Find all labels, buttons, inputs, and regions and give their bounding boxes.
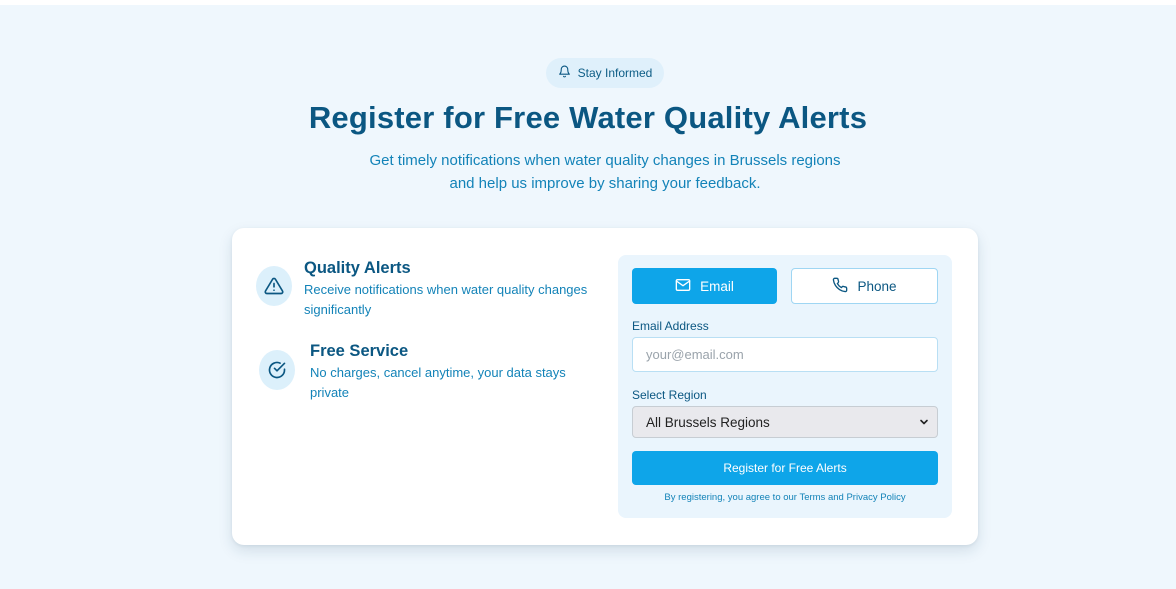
feature-desc-line-2: significantly (304, 302, 372, 317)
region-label: Select Region (632, 388, 707, 402)
subtitle-line-2: and help us improve by sharing your feed… (449, 175, 761, 192)
chevron-down-icon (919, 415, 929, 430)
check-circle-icon (259, 350, 295, 390)
terms-notice: By registering, you agree to our Terms a… (618, 492, 952, 503)
terms-link[interactable]: Terms (799, 492, 825, 503)
feature-desc-line-2: private (310, 385, 350, 400)
feature-desc-line-1: Receive notifications when water quality… (304, 282, 588, 297)
feature-title: Free Service (310, 342, 409, 360)
region-select[interactable]: All Brussels Regions (632, 406, 938, 438)
terms-prefix: By registering, you agree to our (664, 492, 797, 503)
tab-phone[interactable]: Phone (791, 268, 938, 304)
page-subtitle: Get timely notifications when water qual… (338, 149, 872, 195)
tab-email-label: Email (700, 278, 734, 294)
subtitle-line-1: Get timely notifications when water qual… (369, 152, 841, 169)
email-field[interactable] (632, 337, 938, 372)
terms-and: and (827, 492, 844, 503)
region-selected-value: All Brussels Regions (646, 414, 770, 430)
warning-triangle-icon (256, 266, 292, 306)
tab-phone-label: Phone (857, 278, 897, 294)
mail-icon (675, 277, 691, 296)
page-title: Register for Free Water Quality Alerts (308, 100, 868, 135)
tab-email[interactable]: Email (632, 268, 777, 304)
feature-description: Receive notifications when water quality… (304, 280, 604, 320)
badge-label: Stay Informed (577, 66, 653, 80)
email-label: Email Address (632, 319, 709, 333)
stay-informed-badge: Stay Informed (546, 58, 664, 88)
feature-title: Quality Alerts (304, 259, 411, 277)
privacy-policy-link[interactable]: Privacy Policy (846, 492, 905, 503)
register-button[interactable]: Register for Free Alerts (632, 451, 938, 485)
phone-icon (832, 277, 848, 296)
feature-desc-line-1: No charges, cancel anytime, your data st… (310, 365, 566, 380)
bell-icon (558, 65, 571, 81)
feature-description: No charges, cancel anytime, your data st… (310, 363, 600, 403)
